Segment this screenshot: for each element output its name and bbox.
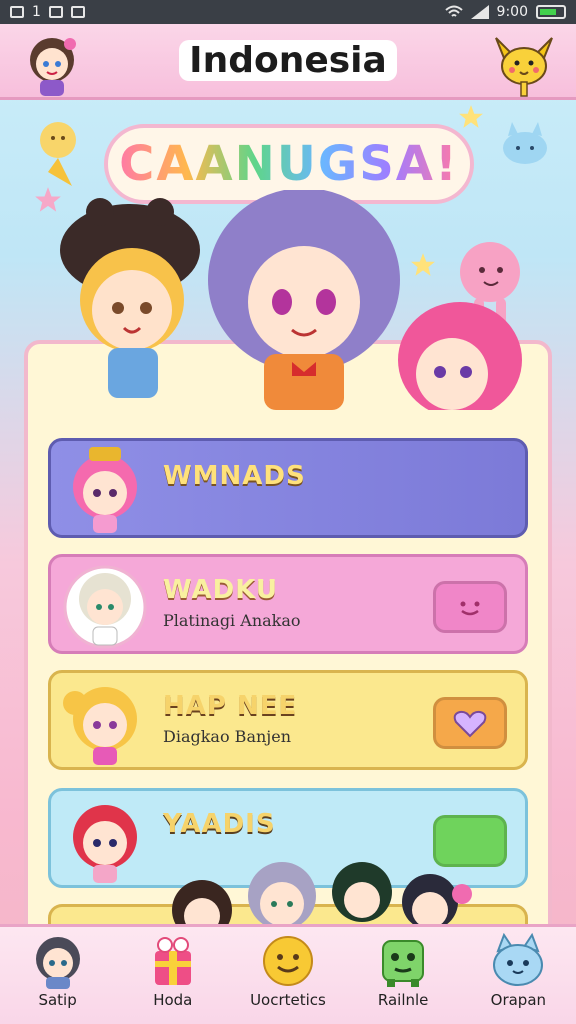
card-title: WADKU	[163, 575, 279, 605]
nav-item-satip[interactable]: Satip	[8, 933, 108, 1009]
wifi-icon	[444, 5, 463, 17]
smiley-face-icon	[262, 936, 313, 986]
list-item[interactable]: WADKU Platinagi Anakao	[48, 554, 528, 654]
blonde-boy-avatar	[63, 565, 147, 649]
red-hair-girl-avatar	[73, 805, 137, 883]
green-monster-icon	[382, 940, 425, 987]
star-icon	[459, 105, 483, 128]
nav-label: Satip	[38, 991, 77, 1009]
battery-icon	[536, 5, 566, 19]
nav-label: Hoda	[153, 991, 193, 1009]
card-title: WMNADS	[163, 461, 306, 491]
nav-item-orapan[interactable]: Orapan	[468, 933, 568, 1009]
nav-label: Orapan	[490, 991, 547, 1009]
nav-item-uocrtetics[interactable]: Uocrtetics	[238, 933, 338, 1009]
pink-hair-girl-avatar	[73, 447, 137, 533]
list-item[interactable]: WMNADS	[48, 438, 528, 538]
app-header: Indonesia	[0, 24, 576, 100]
status-time: 9:00	[496, 4, 528, 20]
nav-item-railnle[interactable]: Railnle	[353, 933, 453, 1009]
hero-characters-illustration	[60, 190, 522, 410]
nav-item-hoda[interactable]: Hoda	[123, 933, 223, 1009]
banner-title: CAANUGSA!	[119, 136, 459, 192]
app-notification-icon	[70, 6, 85, 18]
card-subtitle: Diagkao Banjen	[163, 727, 292, 746]
pikachu-mascot-icon[interactable]	[488, 30, 560, 98]
nav-label: Uocrtetics	[250, 991, 326, 1009]
smiley-action-button[interactable]	[433, 581, 507, 633]
yellow-mascot-decoration	[40, 122, 76, 186]
avatar-icon	[35, 937, 80, 989]
card-title: HAP NEE	[163, 691, 298, 721]
card-subtitle: Platinagi Anakao	[163, 611, 301, 630]
gift-box-icon	[154, 937, 191, 985]
blue-cat-icon	[493, 933, 544, 986]
bottom-navigation: Satip Hoda Uocrtetics Railnle Orapan	[0, 924, 576, 1024]
status-right: 9:00	[444, 4, 566, 20]
status-left: 1	[10, 4, 85, 20]
signal-icon	[470, 5, 489, 19]
page-title-text: Indonesia	[179, 40, 397, 81]
status-bar: 1 9:00	[0, 0, 576, 24]
smiley-face-icon	[460, 601, 480, 616]
heart-action-button[interactable]	[433, 697, 507, 749]
heart-icon	[453, 710, 487, 738]
image-notification-icon	[10, 6, 24, 18]
blue-cat-decoration	[503, 122, 547, 164]
blonde-girl-avatar	[63, 687, 137, 765]
status-left-text: 1	[32, 4, 41, 20]
message-notification-icon	[48, 6, 63, 18]
nav-label: Railnle	[377, 991, 429, 1009]
list-item[interactable]: HAP NEE Diagkao Banjen	[48, 670, 528, 770]
card-title: YAADIS	[163, 809, 276, 839]
